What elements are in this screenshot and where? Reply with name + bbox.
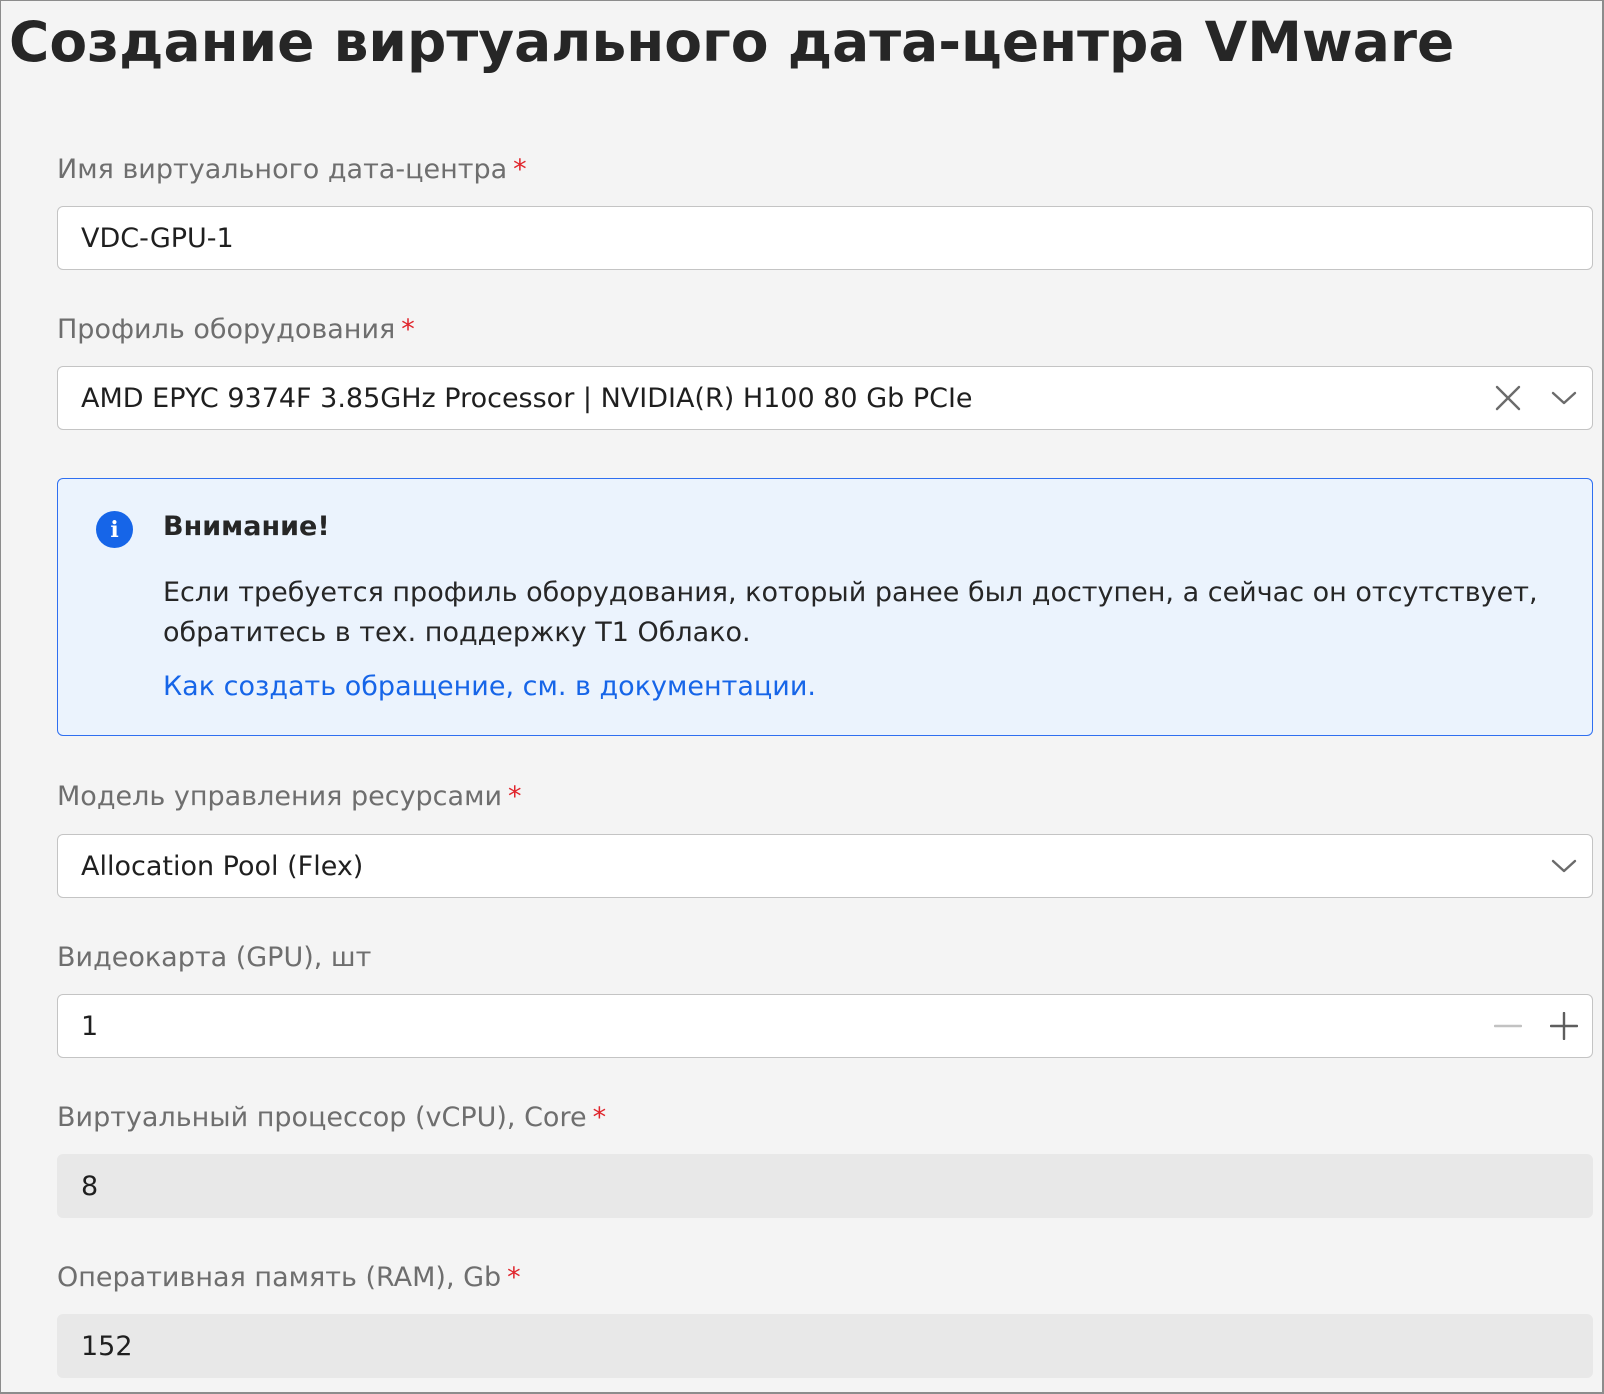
vcpu-field: 8	[57, 1154, 1593, 1218]
hardware-profile-label-text: Профиль оборудования	[57, 314, 396, 345]
required-mark: *	[507, 1262, 521, 1293]
ram-label: Оперативная память (RAM), Gb *	[57, 1262, 521, 1293]
chevron-down-icon[interactable]	[1536, 367, 1592, 429]
vcpu-label: Виртуальный процессор (vCPU), Core *	[57, 1102, 606, 1133]
gpu-label: Видеокарта (GPU), шт	[57, 942, 371, 973]
hardware-profile-select[interactable]: AMD EPYC 9374F 3.85GHz Processor | NVIDI…	[57, 366, 1593, 430]
plus-icon[interactable]	[1536, 995, 1592, 1057]
chevron-down-icon[interactable]	[1536, 835, 1592, 897]
required-mark: *	[401, 314, 415, 345]
gpu-stepper[interactable]: 1	[57, 994, 1593, 1058]
minus-icon[interactable]	[1480, 995, 1536, 1057]
vdc-name-label-text: Имя виртуального дата-центра	[57, 154, 508, 185]
documentation-link[interactable]: Как создать обращение, см. в документаци…	[163, 671, 816, 702]
ram-label-text: Оперативная память (RAM), Gb	[57, 1262, 502, 1293]
required-mark: *	[508, 781, 522, 812]
vcpu-label-text: Виртуальный процессор (vCPU), Core	[57, 1102, 587, 1133]
required-mark: *	[592, 1102, 607, 1133]
resource-model-label-text: Модель управления ресурсами	[57, 781, 502, 812]
alert-text: Если требуется профиль оборудования, кот…	[163, 577, 1538, 648]
hardware-profile-label: Профиль оборудования *	[57, 314, 415, 345]
ram-field: 152	[57, 1314, 1593, 1378]
gpu-value: 1	[81, 1010, 99, 1042]
info-icon: i	[96, 511, 133, 548]
ram-value: 152	[81, 1330, 133, 1362]
alert-title: Внимание!	[163, 511, 330, 542]
resource-model-select[interactable]: Allocation Pool (Flex)	[57, 834, 1593, 898]
vdc-name-input[interactable]: VDC-GPU-1	[57, 206, 1593, 270]
gpu-label-text: Видеокарта (GPU), шт	[57, 942, 372, 973]
close-icon[interactable]	[1480, 367, 1536, 429]
vcpu-value: 8	[81, 1170, 99, 1202]
vdc-name-label: Имя виртуального дата-центра *	[57, 154, 527, 185]
resource-model-label: Модель управления ресурсами *	[57, 781, 522, 812]
page-title: Создание виртуального дата-центра VMware	[9, 10, 1455, 74]
hardware-profile-value: AMD EPYC 9374F 3.85GHz Processor | NVIDI…	[81, 382, 973, 414]
vdc-name-value: VDC-GPU-1	[81, 222, 234, 254]
required-mark: *	[513, 154, 527, 185]
info-alert: i Внимание! Если требуется профиль обору…	[57, 478, 1593, 736]
resource-model-value: Allocation Pool (Flex)	[81, 850, 364, 882]
